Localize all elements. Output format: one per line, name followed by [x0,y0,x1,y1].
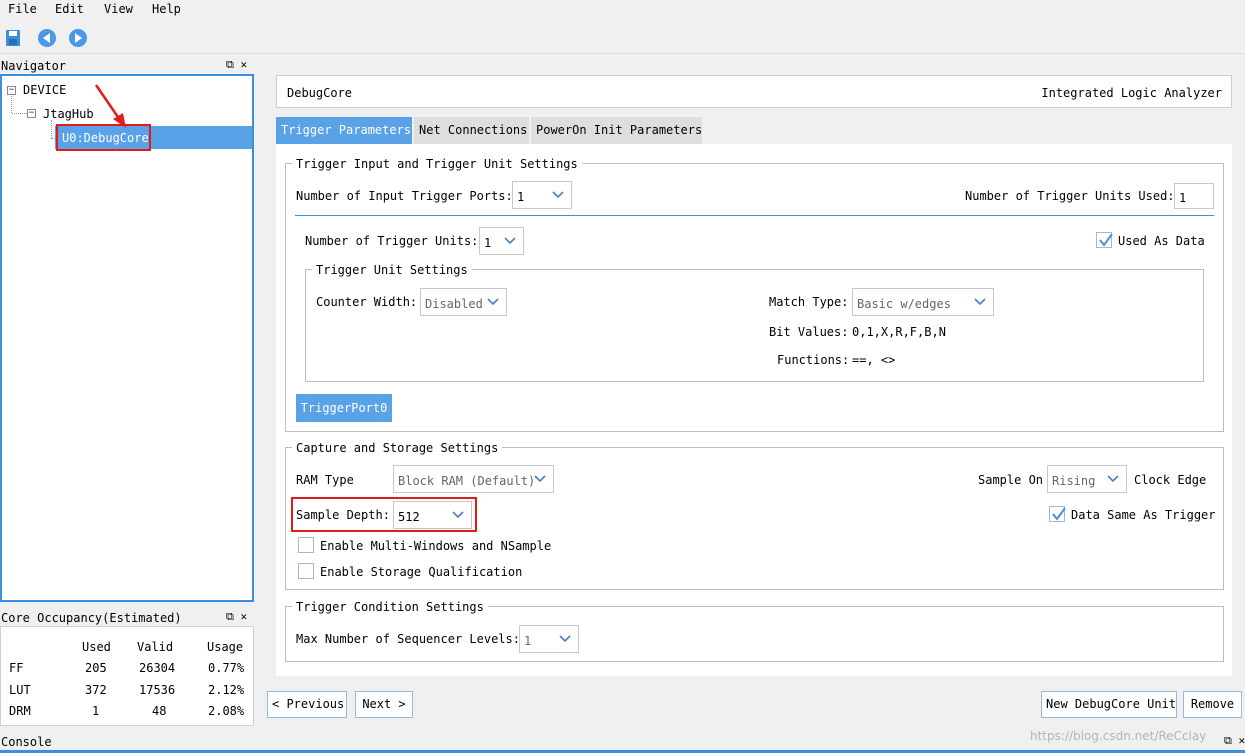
row-valid: 48 [152,704,167,718]
occupancy-title: Core Occupancy(Estimated) [1,611,182,625]
storage-qualification-label: Enable Storage Qualification [320,565,523,579]
storage-qualification-checkbox[interactable] [298,563,314,579]
trigger-units-select[interactable]: 1 [479,227,524,255]
used-as-data-checkbox[interactable] [1096,232,1113,248]
row-usage: 2.08% [208,704,245,718]
row-used: 372 [85,683,107,697]
forward-icon[interactable] [68,28,88,48]
col-valid: Valid [137,640,174,654]
trigger-condition-title: Trigger Condition Settings [292,600,488,614]
menu-bar: File Edit View Help [0,0,1245,20]
sequencer-levels-label: Max Number of Sequencer Levels: [296,632,520,646]
next-button[interactable]: Next > [355,691,413,718]
navigator-tree [0,74,254,602]
row-used: 205 [85,661,107,675]
console-title: Console [1,735,52,749]
core-header: DebugCore Integrated Logic Analyzer [276,75,1232,108]
tree-node-jtaghub[interactable]: JtagHub [43,108,94,120]
trigger-port0-button[interactable]: TriggerPort0 [296,394,392,422]
back-icon[interactable] [37,28,57,48]
units-used-label: Number of Trigger Units Used: [965,189,1175,203]
data-same-as-trigger-checkbox[interactable] [1049,506,1066,522]
input-ports-label: Number of Input Trigger Ports: [296,189,513,203]
collapse-device-icon[interactable]: − [7,86,16,95]
console-pane-controls[interactable]: ⧉ ✕ [1224,735,1245,746]
navigator-pane-controls[interactable]: ⧉ ✕ [226,59,247,70]
chevron-down-icon [1107,475,1119,483]
trigger-input-title: Trigger Input and Trigger Unit Settings [292,157,582,171]
navigator-title: Navigator [1,59,67,73]
watermark: https://blog.csdn.net/ReCclay [1030,729,1207,743]
tab-net-connections[interactable]: Net Connections [414,117,529,144]
counter-width-label: Counter Width: [316,295,418,309]
functions-label: Functions: [777,353,850,367]
row-name: FF [9,661,24,675]
counter-width-select[interactable]: Disabled [420,288,507,316]
capture-storage-title: Capture and Storage Settings [292,441,503,455]
ram-type-select[interactable]: Block RAM (Default) [393,465,554,493]
new-debugcore-unit-button[interactable]: New DebugCore Unit [1041,691,1177,718]
sample-on-label: Sample On [978,473,1044,487]
core-name: DebugCore [287,86,353,100]
chevron-down-icon [487,298,499,306]
units-used-field: 1 [1174,183,1214,209]
tab-trigger-parameters[interactable]: Trigger Parameters [276,117,412,144]
chevron-down-icon [552,191,564,199]
checkmark-icon [1052,507,1066,521]
sequencer-levels-select[interactable]: 1 [519,625,579,653]
remove-button[interactable]: Remove [1183,691,1242,718]
occupancy-table: Used Valid Usage FF 205 26304 0.77% LUT … [0,626,254,726]
tree-node-device[interactable]: DEVICE [23,84,66,96]
multi-windows-checkbox[interactable] [298,537,314,553]
row-usage: 0.77% [208,661,245,675]
row-used: 1 [92,704,100,718]
sample-on-select[interactable]: Rising [1047,465,1127,493]
chevron-down-icon [504,237,516,245]
menu-view[interactable]: View [104,3,133,15]
input-ports-select[interactable]: 1 [512,181,572,209]
row-usage: 2.12% [208,683,245,697]
menu-help[interactable]: Help [152,3,181,15]
tab-poweron-init-parameters[interactable]: PowerOn Init Parameters [531,117,702,144]
ram-type-label: RAM Type [296,473,354,487]
trigger-unit-settings-title: Trigger Unit Settings [312,263,472,277]
menu-file[interactable]: File [8,3,37,15]
collapse-jtaghub-icon[interactable]: − [27,109,36,118]
bit-values: 0,1,X,R,F,B,N [852,325,946,339]
col-usage: Usage [207,640,244,654]
chevron-down-icon [974,298,986,306]
toolbar [0,24,1245,54]
bit-values-label: Bit Values: [769,325,849,339]
match-type-select[interactable]: Basic w/edges [852,288,994,316]
functions-value: ==, <> [852,353,896,367]
chevron-down-icon [534,475,546,483]
occupancy-pane-controls[interactable]: ⧉ ✕ [226,611,247,622]
used-as-data-label: Used As Data [1118,234,1205,248]
chevron-down-icon [559,635,571,643]
match-type-label: Match Type: [769,295,849,309]
annotation-arrow [94,84,126,128]
separator [295,215,1214,216]
trigger-unit-settings-group [305,269,1204,382]
col-used: Used [82,640,111,654]
previous-button[interactable]: < Previous [267,691,347,718]
row-valid: 26304 [139,661,176,675]
row-name: DRM [9,704,31,718]
menu-edit[interactable]: Edit [55,3,84,15]
highlight-box-sample-depth [291,497,477,532]
core-type: Integrated Logic Analyzer [1041,86,1222,100]
clock-edge-label: Clock Edge [1134,473,1207,487]
save-icon[interactable] [5,29,21,47]
row-valid: 17536 [139,683,176,697]
data-same-as-trigger-label: Data Same As Trigger [1071,508,1216,522]
trigger-units-label: Number of Trigger Units: [305,234,479,248]
checkmark-icon [1099,233,1113,247]
row-name: LUT [9,683,31,697]
multi-windows-label: Enable Multi-Windows and NSample [320,539,552,553]
